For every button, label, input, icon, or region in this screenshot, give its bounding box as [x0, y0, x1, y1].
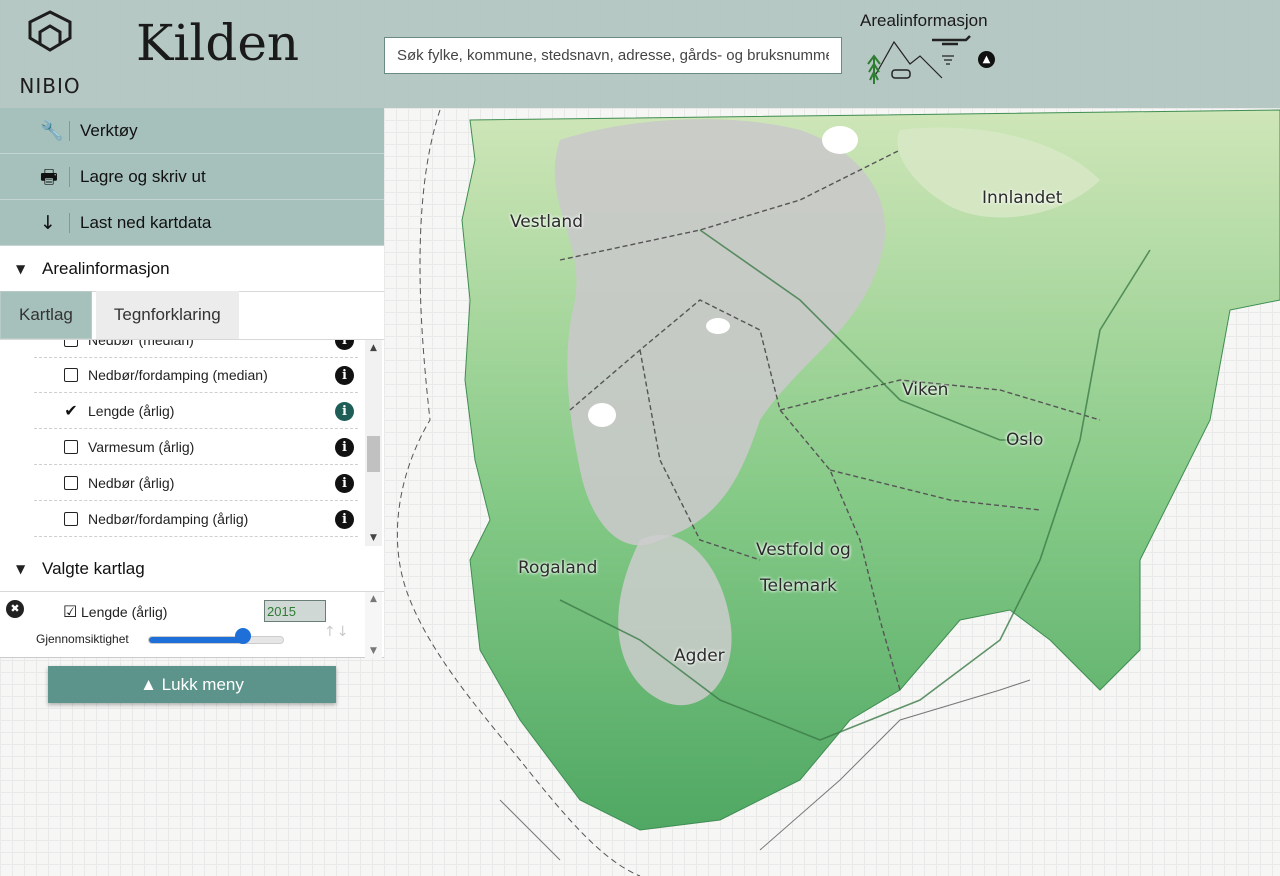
caret-down-icon: ▼ [16, 561, 26, 576]
section-valgte-kartlag[interactable]: ▼ Valgte kartlag [0, 546, 384, 592]
top-header: NIBIO Kilden Arealinformasjon ▲ [0, 0, 1280, 108]
side-panel: 🔧 Verktøy 🖶 Lagre og skriv ut ↓ Last ned… [0, 108, 384, 658]
chevron-up-icon[interactable]: ▲ [978, 51, 995, 68]
region-label: Rogaland [518, 558, 598, 578]
app-title: Kilden [136, 14, 300, 72]
layer-name: Nedbør (median) [88, 340, 194, 348]
layer-checkbox[interactable] [64, 476, 78, 490]
section-title: Valgte kartlag [42, 558, 145, 578]
print-icon: 🖶 [0, 166, 70, 187]
tab-kartlag[interactable]: Kartlag [0, 291, 92, 339]
scrollbar-thumb[interactable] [367, 436, 380, 472]
theme-title: Arealinformasjon [860, 11, 988, 30]
wrench-icon: 🔧 [0, 120, 70, 141]
region-label: Vestfold og [756, 540, 851, 560]
scroll-down-icon[interactable]: ▼ [365, 646, 382, 656]
remove-layer-icon[interactable]: ✖ [6, 600, 24, 618]
selected-layers-scrollbar[interactable]: ▲ ▼ [365, 592, 382, 658]
region-label: Telemark [760, 576, 837, 596]
layer-list[interactable]: Nedbør (median) i Nedbør/fordamping (med… [0, 340, 384, 546]
layer-name: Lengde (årlig) [88, 403, 175, 419]
selected-layer-name: Lengde (årlig) [81, 604, 168, 620]
info-icon[interactable]: i [335, 340, 354, 350]
layer-name: Nedbør/fordamping (median) [88, 367, 268, 383]
layer-name: Varmesum (årlig) [88, 439, 195, 455]
logo-text: NIBIO [19, 74, 81, 98]
layer-checkbox[interactable] [64, 368, 78, 382]
scroll-up-icon[interactable]: ▲ [365, 594, 382, 604]
close-menu-button[interactable]: ▲ Lukk meny [48, 666, 336, 703]
region-label: Innlandet [982, 188, 1063, 208]
info-icon[interactable]: i [335, 437, 354, 457]
layer-checkbox[interactable] [64, 340, 78, 347]
layer-checkbox[interactable] [64, 512, 78, 526]
scroll-up-icon[interactable]: ▲ [365, 340, 382, 356]
layer-row[interactable]: Nedbør (årlig) i [34, 466, 358, 501]
tool-label: Last ned kartdata [80, 212, 212, 232]
caret-up-icon: ▲ [140, 675, 157, 694]
year-field[interactable] [264, 600, 326, 622]
layer-row[interactable]: Nedbør/fordamping (årlig) i [34, 502, 358, 537]
selected-layers: ✖ ☑ Lengde (årlig) Gjennomsiktighet ↑↓ ▲… [0, 592, 384, 658]
region-label: Oslo [1006, 430, 1044, 450]
layer-checkbox-checked[interactable]: ✔ [64, 403, 78, 419]
layer-name: Nedbør (årlig) [88, 475, 175, 491]
layer-name: Nedbør/fordamping (årlig) [88, 511, 249, 527]
tool-last-ned-kartdata[interactable]: ↓ Last ned kartdata [0, 200, 384, 246]
layer-row[interactable]: ✔ Lengde (årlig) i [34, 394, 358, 429]
landscape-theme-icon[interactable] [862, 34, 974, 88]
nibio-logo-icon [28, 10, 72, 52]
opacity-label: Gjennomsiktighet [36, 632, 129, 646]
tab-tegnforklaring[interactable]: Tegnforklaring [95, 291, 239, 339]
layer-row[interactable]: Nedbør (median) i [34, 340, 358, 358]
region-label: Agder [674, 646, 725, 666]
scroll-down-icon[interactable]: ▼ [365, 530, 382, 546]
lake [706, 318, 730, 334]
section-arealinformasjon[interactable]: ▼ Arealinformasjon [0, 246, 384, 292]
layer-row[interactable]: Varmesum (årlig) i [34, 430, 358, 465]
lake [588, 403, 616, 427]
section-title: Arealinformasjon [42, 258, 170, 278]
tool-label: Lagre og skriv ut [80, 166, 206, 186]
layer-row[interactable]: Nedbør/fordamping (median) i [34, 358, 358, 393]
search-input[interactable] [384, 37, 842, 74]
layer-list-scrollbar[interactable]: ▲ ▼ [365, 340, 382, 546]
lake [822, 126, 858, 154]
info-icon[interactable]: i [335, 401, 354, 421]
download-icon: ↓ [0, 212, 70, 233]
layer-checkbox[interactable] [64, 440, 78, 454]
opacity-slider-fill [149, 637, 245, 643]
close-menu-label: Lukk meny [161, 675, 244, 694]
tool-lagre-skriv-ut[interactable]: 🖶 Lagre og skriv ut [0, 154, 384, 200]
region-label: Viken [902, 380, 949, 400]
region-label: Vestland [510, 212, 583, 232]
info-icon[interactable]: i [335, 509, 354, 529]
caret-down-icon: ▼ [16, 261, 26, 276]
nibio-logo[interactable]: NIBIO [12, 8, 88, 100]
info-icon[interactable]: i [335, 473, 354, 493]
tool-verktoy[interactable]: 🔧 Verktøy [0, 108, 384, 154]
info-icon[interactable]: i [335, 365, 354, 385]
reorder-arrows-icon[interactable]: ↑↓ [324, 624, 349, 640]
opacity-slider[interactable] [148, 636, 284, 644]
tool-label: Verktøy [80, 120, 138, 140]
tab-bar: Kartlag Tegnforklaring [0, 291, 384, 340]
selected-layer-checkbox[interactable]: ☑ [63, 602, 77, 621]
